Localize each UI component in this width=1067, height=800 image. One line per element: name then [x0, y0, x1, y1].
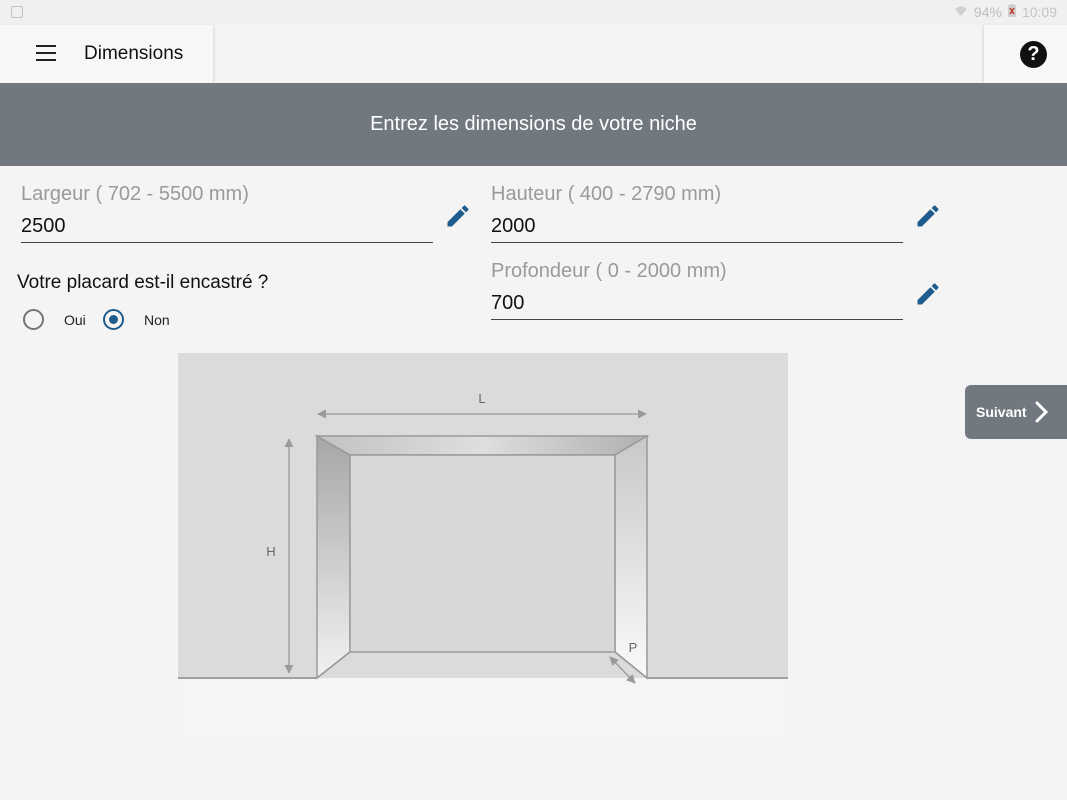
battery-level: 94%: [973, 4, 1002, 20]
next-button[interactable]: Suivant: [965, 385, 1067, 439]
edit-largeur-pencil-icon[interactable]: [444, 202, 472, 230]
radio-non-label: Non: [144, 311, 170, 328]
label-p: P: [629, 640, 638, 655]
largeur-input[interactable]: [21, 209, 433, 243]
hauteur-input[interactable]: [491, 209, 903, 243]
label-h: H: [266, 544, 275, 559]
hauteur-label: Hauteur ( 400 - 2790 mm): [491, 183, 722, 205]
radio-oui-circle[interactable]: [23, 309, 44, 330]
niche-left-wall: [316, 434, 351, 680]
menu-icon[interactable]: [36, 45, 56, 61]
largeur-label: Largeur ( 702 - 5500 mm): [21, 183, 249, 205]
radio-non-circle[interactable]: [103, 309, 124, 330]
niche-diagram: L H P: [178, 353, 788, 739]
edit-hauteur-pencil-icon[interactable]: [914, 202, 942, 230]
wifi-icon: [954, 4, 968, 20]
largeur-field: Largeur ( 702 - 5500 mm): [21, 183, 433, 243]
next-button-label: Suivant: [976, 404, 1027, 420]
profondeur-input[interactable]: [491, 286, 903, 320]
status-indicators: 94% 10:09: [954, 4, 1057, 20]
hauteur-field: Hauteur ( 400 - 2790 mm): [491, 183, 903, 243]
niche-ceiling: [314, 435, 650, 456]
radio-oui[interactable]: Oui: [23, 309, 86, 330]
clock: 10:09: [1021, 4, 1057, 20]
app-bar-actions: ?: [984, 25, 1067, 83]
app-bar: Dimensions: [0, 25, 213, 83]
chevron-right-icon: [1035, 401, 1048, 423]
edit-profondeur-pencil-icon[interactable]: [914, 280, 942, 308]
radio-oui-label: Oui: [64, 311, 86, 328]
encastre-question: Votre placard est-il encastré ?: [17, 272, 269, 293]
profondeur-field: Profondeur ( 0 - 2000 mm): [491, 260, 903, 320]
label-l: L: [478, 391, 485, 406]
instruction-banner: Entrez les dimensions de votre niche: [0, 83, 1067, 166]
status-bar: 94% 10:09: [0, 0, 1067, 25]
notification-icon: [11, 6, 23, 18]
help-icon[interactable]: ?: [1020, 41, 1047, 68]
battery-icon: [1007, 4, 1016, 20]
niche-back-wall: [349, 454, 616, 653]
profondeur-label: Profondeur ( 0 - 2000 mm): [491, 260, 727, 282]
radio-non[interactable]: Non: [103, 309, 170, 330]
page-title: Dimensions: [84, 43, 184, 64]
